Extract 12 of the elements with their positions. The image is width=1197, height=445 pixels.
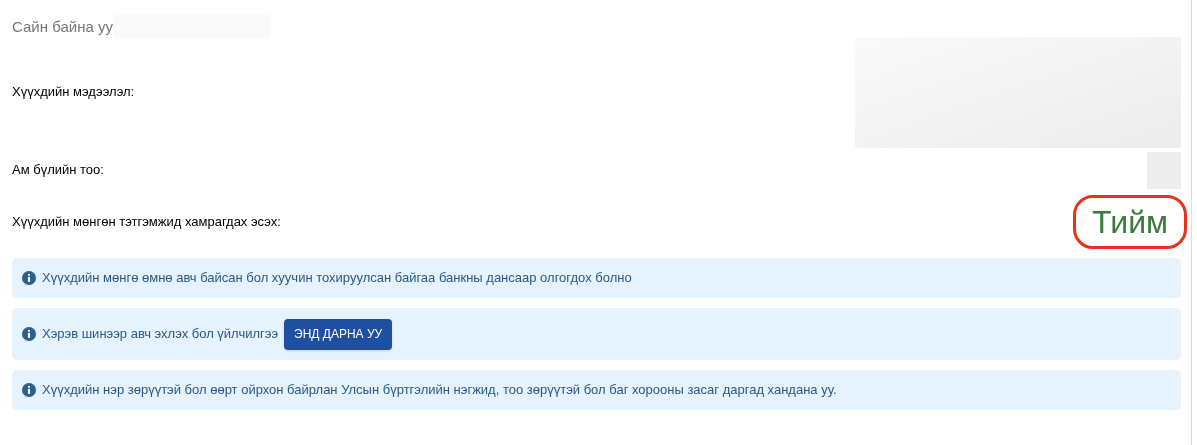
greeting: Сайн байна уу <box>12 16 113 37</box>
click-here-button[interactable]: ЭНД ДАРНА УУ <box>284 318 393 350</box>
answer-value: Тийм <box>1073 195 1187 249</box>
field-label: Хүүхдийн мөнгөн тэтгэмжид хамрагдах эсэх: <box>12 213 281 232</box>
info-icon <box>22 383 36 397</box>
alert-text: Хүүхдийн мөнгө өмнө авч байсан бол хуучин тохируулсан байгаа банкны дансаар олгогдох болно <box>42 269 632 288</box>
alert-text: Хүүхдийн нэр зөрүүтэй бол өөрт ойрхон байрлан Улсын бүртгэлийн нэгжид, тоо зөрүүтэй бол баг хорооны засаг даргад хандана уу. <box>42 381 837 400</box>
field-label: Ам бүлийн тоо: <box>12 161 104 180</box>
alert-text: Хэрэв шинээр авч эхлэх бол үйлчилгээ <box>42 325 279 344</box>
info-icon <box>22 271 36 285</box>
field-label: Хүүхдийн мэдээлэл: <box>12 83 135 102</box>
info-icon <box>22 327 36 341</box>
